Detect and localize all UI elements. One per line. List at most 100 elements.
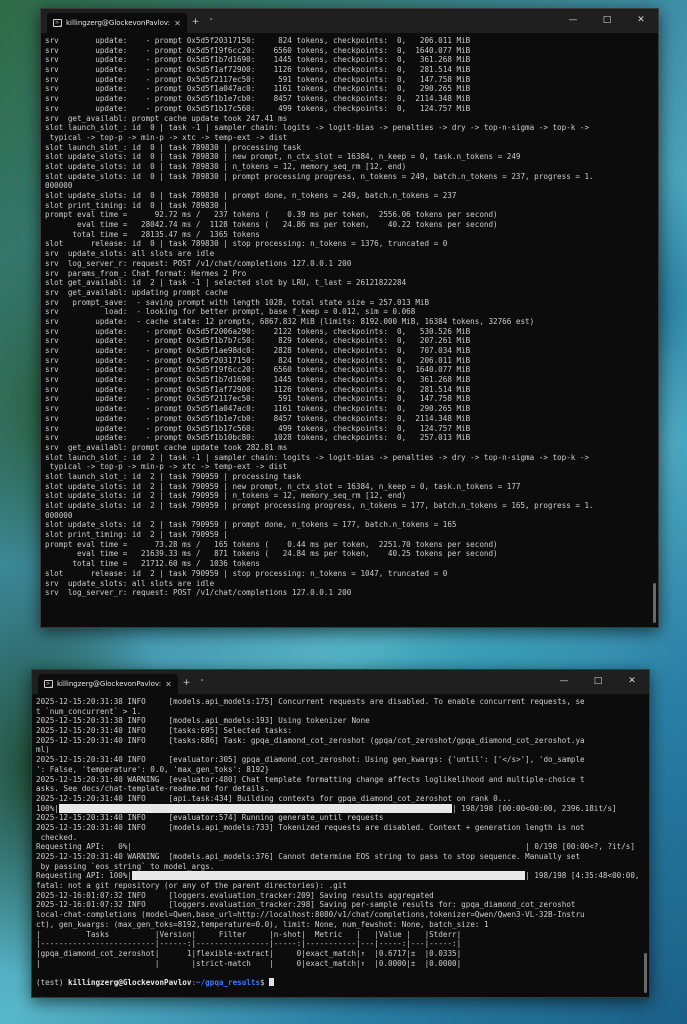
terminal-line: ct), gen_kwargs: (max_gen_toks=8192,temp… bbox=[36, 919, 489, 929]
terminal-line: slot print_timing: id 0 | task 789830 | bbox=[45, 200, 228, 210]
terminal-line: srv update: - prompt 0x5d5f1b10bc80: 102… bbox=[45, 433, 471, 443]
shell-prompt[interactable]: (test) killingzerg@GlockevonPavlov:~/gpq… bbox=[36, 977, 641, 988]
terminal-line: 2025-12-15:20:31:38 INFO [models.api_mod… bbox=[36, 716, 370, 726]
progress-stats: | 0/198 [00:00<?, ?it/s] bbox=[525, 842, 635, 852]
terminal-line: 2025-12-15:20:31:40 INFO [models.api_mod… bbox=[36, 822, 585, 832]
scrollbar-thumb[interactable] bbox=[644, 953, 647, 993]
terminal-line: srv update: - prompt 0x5d5f1af72900: 112… bbox=[45, 384, 471, 394]
terminal-output[interactable]: 2025-12-15:20:31:38 INFO [models.api_mod… bbox=[32, 695, 641, 997]
tab-bar: >_ killingzerg@GlockevonPavlov: ✕ + ˅ — … bbox=[41, 9, 658, 34]
terminal-line: 000000 bbox=[45, 181, 73, 191]
terminal-line: srv log_server_r: request: POST /v1/chat… bbox=[45, 258, 352, 268]
terminal-line: srv update: - prompt 0x5d5f1b7d1690: 144… bbox=[45, 55, 471, 65]
terminal-line: eval time = 28042.74 ms / 1128 tokens ( … bbox=[45, 220, 498, 230]
terminal-line: srv update: - prompt 0x5d5f20317150: 824… bbox=[45, 355, 471, 365]
window-controls: — □ ✕ bbox=[556, 9, 658, 33]
prompt-user: killingzerg@GlockevonPavlov bbox=[68, 977, 192, 987]
tab-dropdown-button[interactable]: ˅ bbox=[195, 672, 209, 694]
terminal-line: srv update: - cache state: 12 prompts, 6… bbox=[45, 316, 535, 326]
terminal-line: srv log_server_r: request: POST /v1/chat… bbox=[45, 588, 352, 598]
terminal-line: checked. bbox=[36, 832, 78, 842]
terminal-line: slot release: id 0 | task 789830 | stop … bbox=[45, 239, 448, 249]
maximize-button[interactable]: □ bbox=[581, 670, 615, 694]
progress-bar-empty bbox=[132, 842, 525, 851]
terminal-line: srv update: - prompt 0x5d5f2117ec50: 591… bbox=[45, 74, 471, 84]
terminal-line: slot release: id 2 | task 790959 | stop … bbox=[45, 568, 448, 578]
terminal-line: fatal: not a git repository (or any of t… bbox=[36, 881, 347, 891]
terminal-line: srv get_availabl: prompt cache update to… bbox=[45, 442, 288, 452]
terminal-line: by passing `eos_string` to model_args. bbox=[36, 861, 215, 871]
terminal-tab[interactable]: >_ killingzerg@GlockevonPavlov: ✕ bbox=[47, 13, 187, 33]
terminal-line: ': False, 'temperature': 0.0, 'max_gen_t… bbox=[36, 764, 270, 774]
terminal-line: srv update: - prompt 0x5d5f1a047ac0: 116… bbox=[45, 404, 471, 414]
close-tab-icon[interactable]: ✕ bbox=[165, 680, 172, 689]
terminal-line: srv update: - prompt 0x5d5f1b7d1690: 144… bbox=[45, 375, 471, 385]
terminal-line: srv update: - prompt 0x5d5f2117ec50: 591… bbox=[45, 394, 471, 404]
minimize-button[interactable]: — bbox=[556, 9, 590, 33]
terminal-line: srv update: - prompt 0x5d5f1b17c560: 499… bbox=[45, 103, 471, 113]
terminal-line: asks. See docs/chat-template-readme.md f… bbox=[36, 784, 270, 794]
close-tab-icon[interactable]: ✕ bbox=[174, 19, 181, 28]
progress-stats: | 198/198 [00:00<00:00, 2396.18it/s] bbox=[452, 803, 617, 813]
scrollbar-thumb[interactable] bbox=[653, 583, 656, 623]
terminal-icon: >_ bbox=[53, 19, 62, 27]
terminal-output[interactable]: srv update: - prompt 0x5d5f20317150: 824… bbox=[41, 34, 650, 627]
maximize-button[interactable]: □ bbox=[590, 9, 624, 33]
terminal-line: total time = 28135.47 ms / 1365 tokens bbox=[45, 229, 260, 239]
scrollbar[interactable] bbox=[643, 695, 648, 997]
terminal-line: 2025-12-15:20:31:40 WARNING [models.api_… bbox=[36, 852, 581, 861]
terminal-line: srv update_slots: all slots are idle bbox=[45, 578, 215, 588]
terminal-line: slot update_slots: id 0 | task 789830 | … bbox=[45, 152, 521, 162]
terminal-line: slot update_slots: id 2 | task 790959 | … bbox=[45, 501, 594, 510]
terminal-line: | | |strict-match | 0|exact_match|↑ |0.0… bbox=[36, 958, 462, 968]
close-button[interactable]: ✕ bbox=[615, 670, 649, 694]
terminal-line: | Tasks |Version| Filter |n-shot| Metric… bbox=[36, 929, 462, 939]
terminal-line: 2025-12-15:20:31:40 WARNING [evaluator:4… bbox=[36, 774, 585, 784]
terminal-line: slot get_availabl: id 2 | task -1 | sele… bbox=[45, 278, 407, 288]
terminal-line: srv params_from_: Chat format: Hermes 2 … bbox=[45, 268, 247, 278]
close-button[interactable]: ✕ bbox=[624, 9, 658, 33]
terminal-line: srv prompt_save: - saving prompt with le… bbox=[45, 297, 430, 307]
terminal-line: eval time = 21639.33 ms / 871 tokens ( 2… bbox=[45, 549, 498, 559]
terminal-line: 2025-12-15:20:31:40 INFO [evaluator:305]… bbox=[36, 755, 585, 765]
tab-dropdown-button[interactable]: ˅ bbox=[204, 11, 218, 33]
terminal-line: 2025-12-16:01:07:32 INFO [loggers.evalua… bbox=[36, 890, 434, 900]
terminal-line: 2025-12-15:20:31:40 INFO [evaluator:574]… bbox=[36, 813, 384, 823]
terminal-line: srv update: - prompt 0x5d5f1b7b7c50: 829… bbox=[45, 336, 471, 346]
terminal-line: 2025-12-16:01:07:32 INFO [loggers.evalua… bbox=[36, 900, 576, 910]
scrollbar[interactable] bbox=[652, 34, 657, 627]
new-tab-button[interactable]: + bbox=[178, 672, 196, 694]
progress-stats: | 198/198 [4:35:48<00:00, 83.58s/it] bbox=[525, 871, 640, 881]
terminal-line: slot update_slots: id 2 | task 790959 | … bbox=[45, 481, 521, 491]
terminal-line: srv update: - prompt 0x5d5f20317150: 824… bbox=[45, 36, 471, 45]
terminal-tab[interactable]: >_ killingzerg@GlockevonPavlov: ✕ bbox=[38, 674, 178, 694]
terminal-window-server[interactable]: >_ killingzerg@GlockevonPavlov: ✕ + ˅ — … bbox=[40, 8, 659, 628]
prompt-symbol: $ bbox=[260, 977, 270, 987]
terminal-line: slot update_slots: id 2 | task 790959 | … bbox=[45, 520, 457, 530]
tab-title: killingzerg@GlockevonPavlov: bbox=[66, 19, 171, 27]
text-cursor bbox=[269, 977, 275, 986]
terminal-line: srv update: - prompt 0x5d5f1b1e7cb0: 845… bbox=[45, 413, 471, 423]
progress-label: Requesting API: 0%| bbox=[36, 842, 133, 852]
progress-label: 100%| bbox=[36, 803, 59, 813]
terminal-window-eval[interactable]: >_ killingzerg@GlockevonPavlov: ✕ + ˅ — … bbox=[31, 669, 650, 998]
terminal-line: srv update: - prompt 0x5d5f1af72900: 112… bbox=[45, 65, 471, 75]
progress-bar bbox=[132, 871, 526, 881]
terminal-line: slot launch_slot_: id 2 | task 790959 | … bbox=[45, 471, 302, 481]
tab-title: killingzerg@GlockevonPavlov: bbox=[57, 680, 162, 688]
new-tab-button[interactable]: + bbox=[187, 11, 205, 33]
terminal-line: |gpqa_diamond_cot_zeroshot| 1|flexible-e… bbox=[36, 948, 462, 958]
terminal-line: 000000 bbox=[45, 510, 73, 520]
terminal-line: slot update_slots: id 0 | task 789830 | … bbox=[45, 161, 407, 171]
terminal-line: slot launch_slot_: id 0 | task -1 | samp… bbox=[45, 123, 590, 133]
terminal-line: slot launch_slot_: id 2 | task -1 | samp… bbox=[45, 452, 590, 462]
terminal-line: Requesting API: 100%| | 198/198 [4:35:48… bbox=[36, 871, 641, 881]
terminal-line: typical -> top-p -> min-p -> xtc -> temp… bbox=[45, 462, 288, 472]
window-controls: — □ ✕ bbox=[547, 670, 649, 694]
terminal-line: ml) bbox=[36, 745, 50, 755]
terminal-line: slot print_timing: id 2 | task 790959 | bbox=[45, 530, 228, 540]
terminal-line: srv update: - prompt 0x5d5f1a047ac0: 116… bbox=[45, 84, 471, 94]
terminal-line: slot update_slots: id 0 | task 789830 | … bbox=[45, 191, 457, 200]
minimize-button[interactable]: — bbox=[547, 670, 581, 694]
